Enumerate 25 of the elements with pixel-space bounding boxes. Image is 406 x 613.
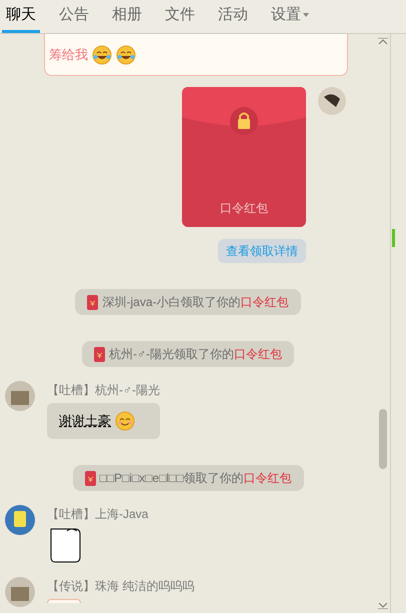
envelope-icon	[94, 346, 105, 362]
message-text: 筹给我	[49, 46, 88, 64]
tab[interactable]: 活动	[214, 0, 252, 33]
lock-icon	[230, 107, 258, 135]
sender-name: 【传说】珠海 纯洁的呜呜呜	[47, 578, 194, 595]
envelope-card[interactable]: 口令红包	[182, 87, 306, 227]
envelope-icon	[87, 294, 98, 310]
avatar[interactable]	[318, 87, 346, 115]
sender-name: 【吐槽】杭州-♂-陽光	[47, 382, 160, 399]
tab[interactable]: 设置	[267, 0, 313, 33]
scroll-up-icon[interactable]	[378, 38, 388, 44]
notice-text: 杭州-♂-陽光领取了你的口令红包	[109, 346, 282, 363]
notice-text: 深圳-java-小白领取了你的口令红包	[102, 294, 288, 311]
message-text: 谢谢土豪	[59, 412, 111, 430]
envelope-icon	[84, 470, 96, 486]
sender-name: 【吐槽】上海-Java	[47, 506, 148, 523]
tab[interactable]: 公告	[55, 0, 93, 33]
tab[interactable]: 聊天	[2, 0, 40, 33]
status-bar	[392, 229, 395, 247]
tab[interactable]: 相册	[108, 0, 146, 33]
tab[interactable]: 文件	[161, 0, 199, 33]
envelope-label: 口令红包	[220, 200, 268, 217]
notice-text: □□P□i□x□e□l□□领取了你的口令红包	[100, 470, 292, 487]
scroll-down-icon[interactable]	[378, 603, 388, 609]
scroll-thumb[interactable]	[379, 409, 387, 469]
